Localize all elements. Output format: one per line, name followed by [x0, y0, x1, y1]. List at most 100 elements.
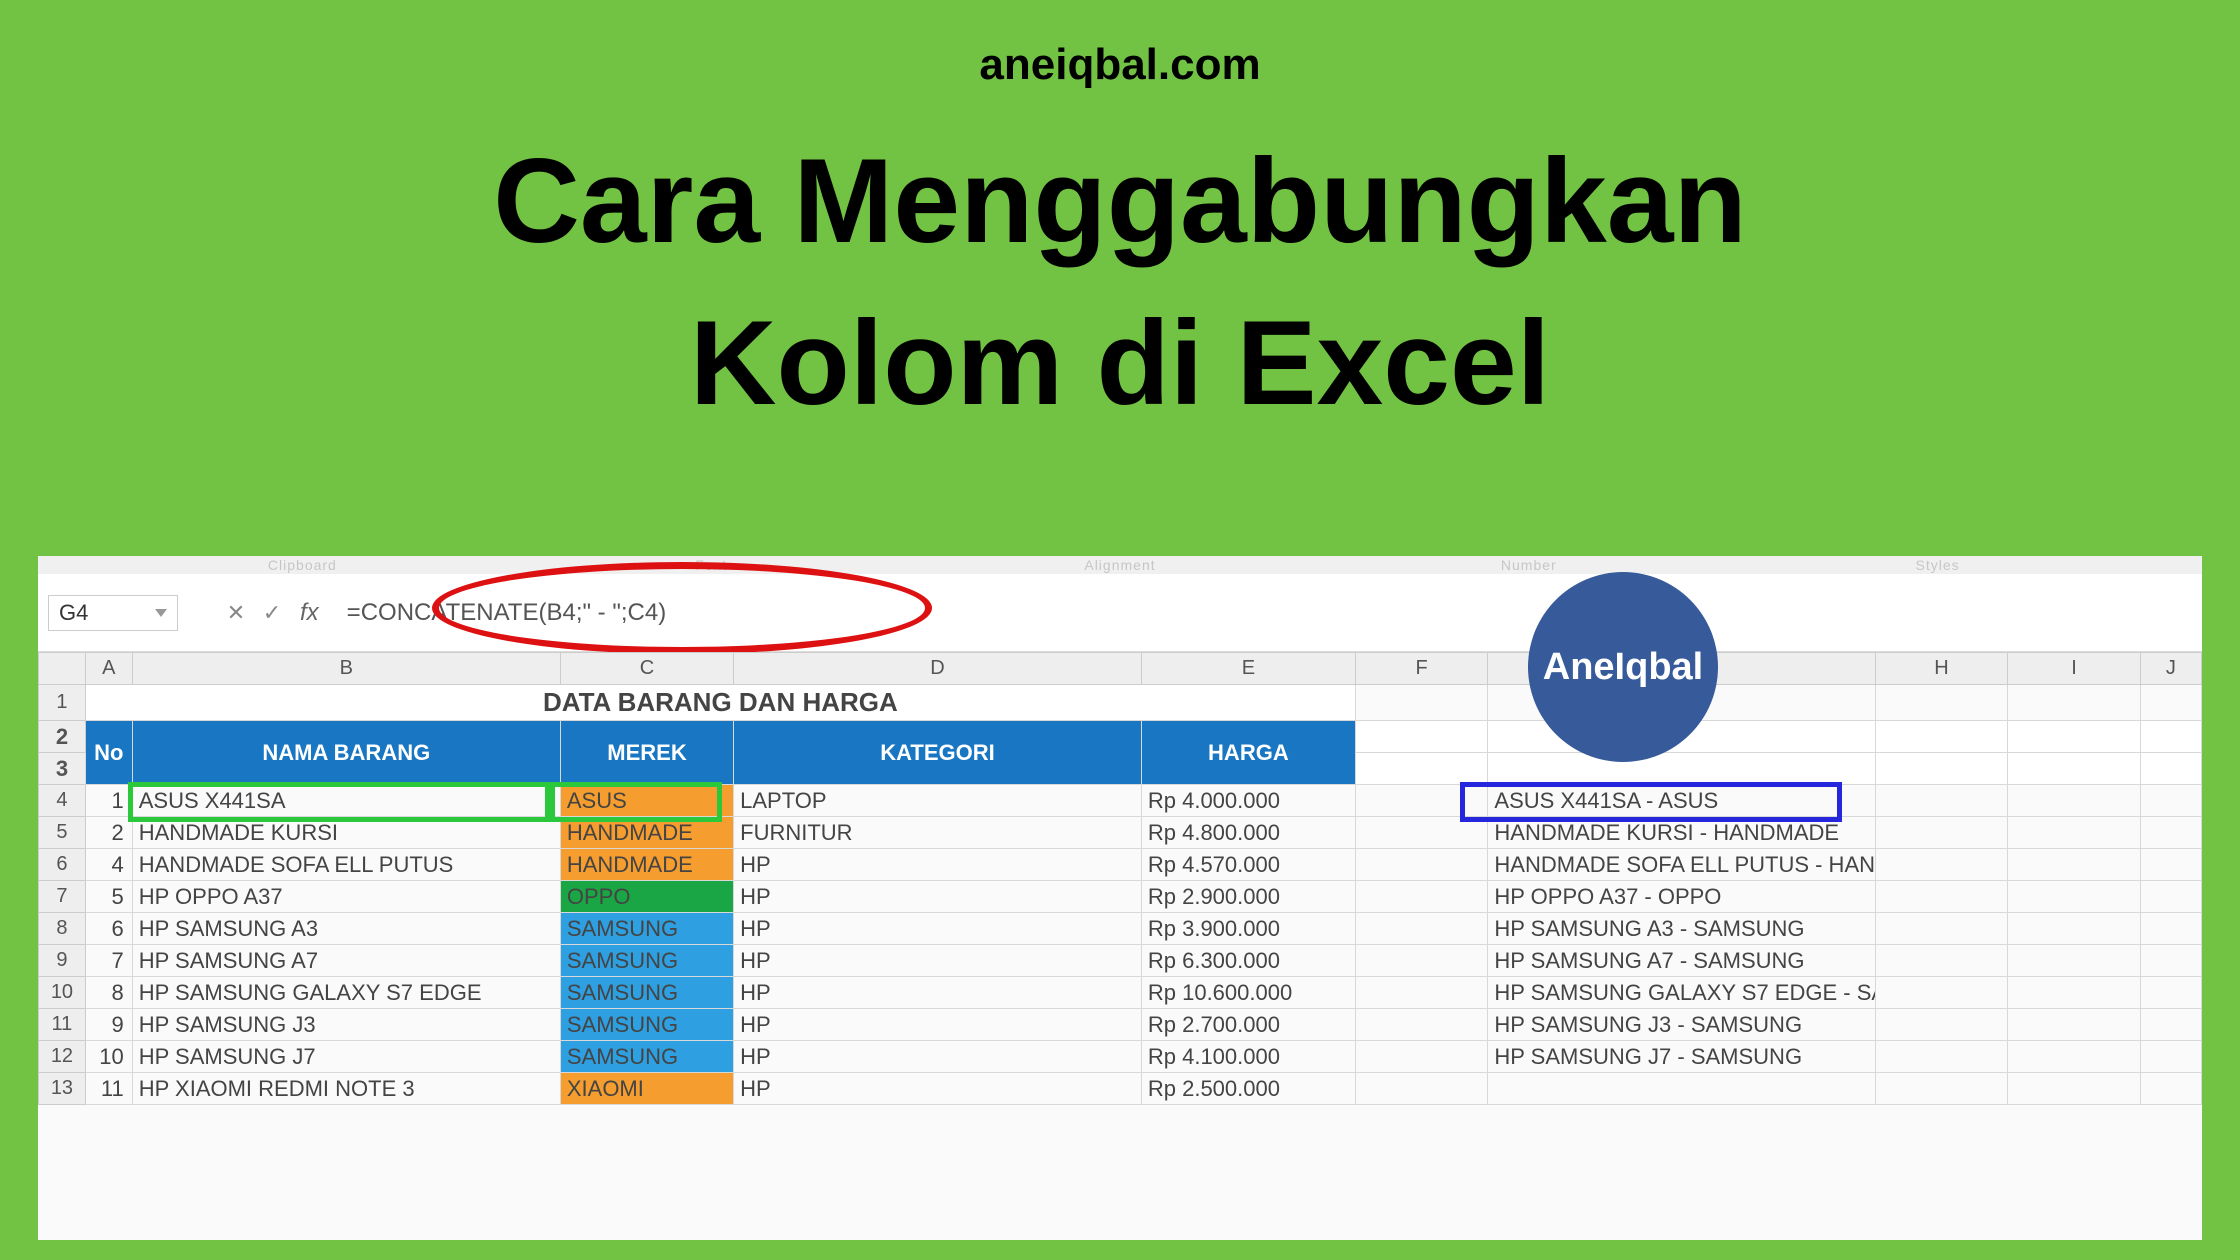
col-header-f[interactable]: F	[1355, 653, 1488, 685]
fx-icon[interactable]: fx	[300, 599, 319, 627]
cell-result[interactable]: HANDMADE KURSI - HANDMADE	[1488, 817, 1875, 849]
cell[interactable]	[1875, 1073, 2008, 1105]
cell[interactable]	[2008, 1073, 2141, 1105]
cell-no[interactable]: 10	[85, 1041, 132, 1073]
cell-merek[interactable]: HANDMADE	[560, 849, 733, 881]
cell-result[interactable]: HP SAMSUNG A3 - SAMSUNG	[1488, 913, 1875, 945]
cell[interactable]	[2140, 1009, 2201, 1041]
row-header[interactable]: 8	[39, 913, 86, 945]
cell[interactable]	[1355, 1009, 1488, 1041]
formula-input[interactable]: =CONCATENATE(B4;" - ";C4)	[329, 599, 667, 627]
cell-kategori[interactable]: HP	[734, 945, 1142, 977]
cell-harga[interactable]: Rp 4.800.000	[1141, 817, 1355, 849]
cell-nama[interactable]: HP OPPO A37	[132, 881, 560, 913]
col-header-h[interactable]: H	[1875, 653, 2008, 685]
cell[interactable]	[1875, 817, 2008, 849]
cell-nama[interactable]: HP SAMSUNG J7	[132, 1041, 560, 1073]
cell-nama[interactable]: HP SAMSUNG GALAXY S7 EDGE	[132, 977, 560, 1009]
cell-no[interactable]: 11	[85, 1073, 132, 1105]
cell[interactable]	[2140, 1041, 2201, 1073]
col-header-b[interactable]: B	[132, 653, 560, 685]
cell[interactable]	[1355, 753, 1488, 785]
cell[interactable]	[2140, 721, 2201, 753]
cell-result[interactable]: HANDMADE SOFA ELL PUTUS - HANDMADE	[1488, 849, 1875, 881]
cell-merek[interactable]: SAMSUNG	[560, 1009, 733, 1041]
cell[interactable]	[1355, 685, 1488, 721]
cell-merek[interactable]: ASUS	[560, 785, 733, 817]
cell-kategori[interactable]: FURNITUR	[734, 817, 1142, 849]
cell[interactable]	[1875, 977, 2008, 1009]
cell[interactable]	[2140, 849, 2201, 881]
cell[interactable]	[2140, 785, 2201, 817]
spreadsheet-grid[interactable]: A B C D E F G H I J 1 DATA BARANG DAN HA…	[38, 652, 2202, 1105]
col-header-d[interactable]: D	[734, 653, 1142, 685]
cell[interactable]	[1355, 977, 1488, 1009]
cell-harga[interactable]: Rp 3.900.000	[1141, 913, 1355, 945]
th-nama[interactable]: NAMA BARANG	[132, 721, 560, 785]
cell[interactable]	[2140, 945, 2201, 977]
cell[interactable]	[2008, 817, 2141, 849]
cell-merek[interactable]: HANDMADE	[560, 817, 733, 849]
cell[interactable]	[1355, 785, 1488, 817]
cell-harga[interactable]: Rp 4.000.000	[1141, 785, 1355, 817]
cell[interactable]	[1355, 881, 1488, 913]
cell-kategori[interactable]: HP	[734, 881, 1142, 913]
cell-nama[interactable]: HP SAMSUNG A7	[132, 945, 560, 977]
cell-no[interactable]: 9	[85, 1009, 132, 1041]
cell[interactable]	[1875, 685, 2008, 721]
cell[interactable]	[2008, 721, 2141, 753]
cell[interactable]	[1355, 1041, 1488, 1073]
cell-no[interactable]: 5	[85, 881, 132, 913]
chevron-down-icon[interactable]	[155, 609, 167, 617]
cell[interactable]	[1875, 913, 2008, 945]
cell[interactable]	[1875, 1009, 2008, 1041]
cell[interactable]	[1875, 881, 2008, 913]
cell-harga[interactable]: Rp 6.300.000	[1141, 945, 1355, 977]
cell-kategori[interactable]: HP	[734, 1073, 1142, 1105]
cell[interactable]	[2008, 785, 2141, 817]
cell[interactable]	[1355, 849, 1488, 881]
cell-no[interactable]: 1	[85, 785, 132, 817]
cell-kategori[interactable]: HP	[734, 1041, 1142, 1073]
row-header[interactable]: 12	[39, 1041, 86, 1073]
cell-result[interactable]: ASUS X441SA - ASUS	[1488, 785, 1875, 817]
cell[interactable]	[2140, 685, 2201, 721]
select-all-corner[interactable]	[39, 653, 86, 685]
cell-nama[interactable]: ASUS X441SA	[132, 785, 560, 817]
cell[interactable]	[1355, 945, 1488, 977]
cell[interactable]	[1355, 913, 1488, 945]
row-header[interactable]: 7	[39, 881, 86, 913]
row-header[interactable]: 9	[39, 945, 86, 977]
cell-result[interactable]: HP SAMSUNG A7 - SAMSUNG	[1488, 945, 1875, 977]
cell[interactable]	[1875, 753, 2008, 785]
cell-nama[interactable]: HP SAMSUNG J3	[132, 1009, 560, 1041]
cell[interactable]	[2140, 881, 2201, 913]
cell-harga[interactable]: Rp 2.500.000	[1141, 1073, 1355, 1105]
cell-result[interactable]	[1488, 1073, 1875, 1105]
row-header[interactable]: 5	[39, 817, 86, 849]
cell-merek[interactable]: SAMSUNG	[560, 1041, 733, 1073]
sheet-title[interactable]: DATA BARANG DAN HARGA	[85, 685, 1355, 721]
cancel-formula-button[interactable]: ✕	[218, 600, 254, 626]
cell-merek[interactable]: SAMSUNG	[560, 913, 733, 945]
cell[interactable]	[2140, 1073, 2201, 1105]
cell[interactable]	[1355, 721, 1488, 753]
cell[interactable]	[2008, 1009, 2141, 1041]
cell-result[interactable]: HP OPPO A37 - OPPO	[1488, 881, 1875, 913]
cell[interactable]	[1875, 849, 2008, 881]
cell-kategori[interactable]: HP	[734, 1009, 1142, 1041]
cell[interactable]	[2140, 753, 2201, 785]
cell-nama[interactable]: HP SAMSUNG A3	[132, 913, 560, 945]
cell-harga[interactable]: Rp 4.100.000	[1141, 1041, 1355, 1073]
cell-no[interactable]: 2	[85, 817, 132, 849]
cell[interactable]	[1355, 1073, 1488, 1105]
cell-harga[interactable]: Rp 10.600.000	[1141, 977, 1355, 1009]
confirm-formula-button[interactable]: ✓	[254, 600, 290, 626]
col-header-j[interactable]: J	[2140, 653, 2201, 685]
th-kategori[interactable]: KATEGORI	[734, 721, 1142, 785]
cell[interactable]	[2008, 1041, 2141, 1073]
row-header[interactable]: 10	[39, 977, 86, 1009]
cell[interactable]	[2140, 913, 2201, 945]
cell-kategori[interactable]: HP	[734, 977, 1142, 1009]
cell[interactable]	[2008, 913, 2141, 945]
